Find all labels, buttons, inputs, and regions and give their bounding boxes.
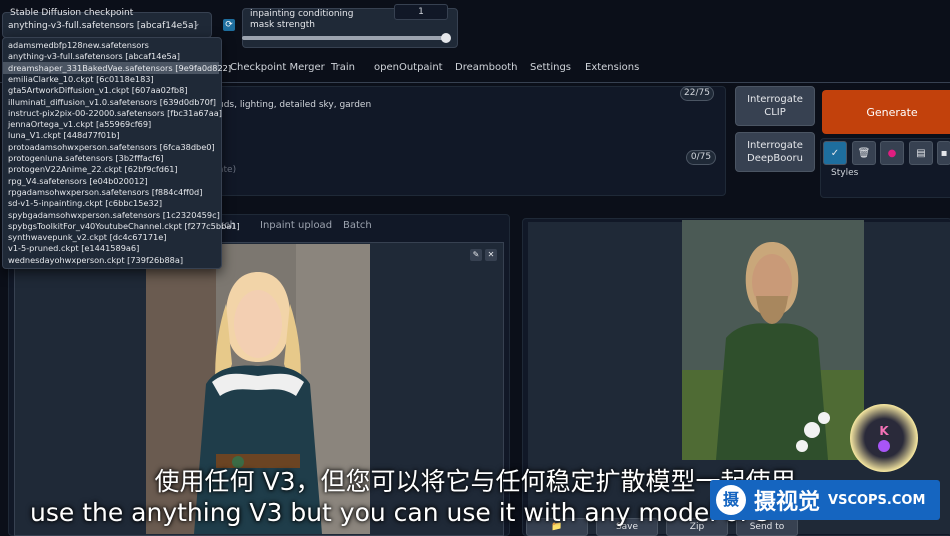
list-item[interactable]: protoadamsohwxperson.safetensors [6fca38… bbox=[8, 142, 215, 153]
list-item[interactable]: rpg_V4.safetensors [e04b020012] bbox=[8, 176, 148, 187]
tab-settings[interactable]: Settings bbox=[530, 62, 571, 73]
list-item[interactable]: anything-v3-full.safetensors [abcaf14e5a… bbox=[8, 51, 180, 62]
list-item[interactable]: rpgadamsohwxperson.safetensors [f884c4ff… bbox=[8, 187, 202, 198]
slider-handle[interactable] bbox=[441, 33, 451, 43]
extra-networks-icon[interactable]: ● bbox=[880, 141, 904, 165]
list-item[interactable]: illuminati_diffusion_v1.0.safetensors [6… bbox=[8, 97, 216, 108]
clipboard-icon[interactable]: ▤ bbox=[909, 141, 933, 165]
list-item[interactable]: luna_V1.ckpt [448d77f01b] bbox=[8, 130, 120, 141]
list-item[interactable]: adamsmedbfp128new.safetensors bbox=[8, 40, 149, 51]
watermark-en: VSCOPS.COM bbox=[828, 492, 926, 508]
tab-batch[interactable]: Batch bbox=[343, 220, 372, 231]
list-item[interactable]: sd-v1-5-inpainting.ckpt [c6bbc15e32] bbox=[8, 198, 162, 209]
checkpoint-label: Stable Diffusion checkpoint bbox=[10, 8, 134, 18]
list-item[interactable]: wednesdayohwxperson.ckpt [739f26b88a] bbox=[8, 255, 183, 266]
list-item[interactable]: v1-5-pruned.ckpt [e1441589a6] bbox=[8, 243, 139, 254]
list-item[interactable]: spybgadamsohwxperson.safetensors [1c2320… bbox=[8, 210, 220, 221]
avatar-eye-icon bbox=[878, 440, 890, 452]
subtitle-english: use the anything V3 but you can use it w… bbox=[30, 498, 770, 527]
tab-extensions[interactable]: Extensions bbox=[585, 62, 639, 73]
tab-openoutpaint[interactable]: openOutpaint bbox=[374, 62, 443, 73]
avatar-letter: K bbox=[879, 424, 889, 438]
negative-token-counter: 0/75 bbox=[686, 150, 716, 165]
watermark-banner: 摄 摄视觉 VSCOPS.COM bbox=[710, 480, 940, 520]
list-item[interactable]: gta5ArtworkDiffusion_v1.ckpt [607aa02fb8… bbox=[8, 85, 188, 96]
prompt-input[interactable]: uds, lighting, detailed sky, garden bbox=[218, 100, 371, 110]
token-counter: 22/75 bbox=[680, 86, 714, 101]
tab-train[interactable]: Train bbox=[331, 62, 355, 73]
list-item[interactable]: jennaOrtega_v1.ckpt [a55969cf69] bbox=[8, 119, 151, 130]
edit-icon[interactable]: ✎ bbox=[470, 249, 482, 261]
chevron-down-icon[interactable]: ⌄ bbox=[193, 19, 201, 29]
list-item[interactable]: protogenV22Anime_22.ckpt [62bf9cfd61] bbox=[8, 164, 178, 175]
generate-button[interactable]: Generate bbox=[822, 90, 950, 134]
styles-label: Styles bbox=[831, 168, 859, 178]
output-image[interactable] bbox=[682, 220, 864, 460]
list-item[interactable]: synthwavepunk_v2.ckpt [dc4c67171e] bbox=[8, 232, 167, 243]
tab-checkpoint-merger[interactable]: Checkpoint Merger bbox=[230, 62, 325, 73]
mask-strength-slider[interactable] bbox=[242, 36, 448, 40]
mask-strength-label: inpainting conditioning mask strength bbox=[250, 9, 354, 30]
watermark-logo: 摄 bbox=[716, 485, 746, 515]
list-item[interactable]: emiliaClarke_10.ckpt [6c0118e183] bbox=[8, 74, 154, 85]
trash-icon[interactable]: 🗑 bbox=[852, 141, 876, 165]
save-style-icon[interactable]: ▪ bbox=[937, 141, 950, 165]
refresh-icon[interactable]: ⟳ bbox=[223, 19, 235, 31]
interrogate-deepbooru-button[interactable]: Interrogate DeepBooru bbox=[735, 132, 815, 172]
list-item[interactable]: instruct-pix2pix-00-22000.safetensors [f… bbox=[8, 108, 222, 119]
interrogate-clip-button[interactable]: Interrogate CLIP bbox=[735, 86, 815, 126]
mask-strength-input[interactable]: 1 bbox=[394, 4, 448, 20]
watermark-cn: 摄视觉 bbox=[754, 490, 821, 515]
tab-dreambooth[interactable]: Dreambooth bbox=[455, 62, 517, 73]
list-item[interactable]: dreamshaper_331BakedVae.safetensors [9e9… bbox=[8, 63, 231, 74]
checkpoint-value[interactable]: anything-v3-full.safetensors [abcaf14e5a… bbox=[8, 21, 197, 31]
close-icon[interactable]: ✕ bbox=[485, 249, 497, 261]
list-item[interactable]: protogenluna.safetensors [3b2fffacf6] bbox=[8, 153, 164, 164]
tab-inpaint-upload[interactable]: Inpaint upload bbox=[260, 220, 332, 231]
checkbox-icon[interactable]: ✓ bbox=[823, 141, 847, 165]
list-item[interactable]: spybgsToolkitFor_v40YoutubeChannel.ckpt … bbox=[8, 221, 240, 232]
